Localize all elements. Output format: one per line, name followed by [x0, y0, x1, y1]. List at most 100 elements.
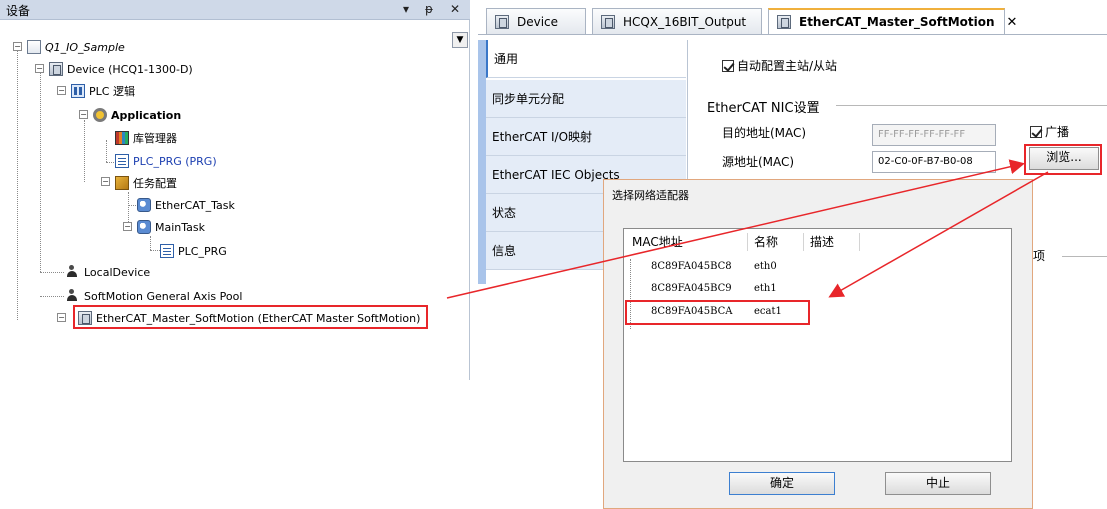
tree-item-label: LocalDevice: [84, 265, 151, 279]
tree-guide: [106, 140, 107, 162]
tree-guide: [40, 272, 64, 273]
tree-item-label: 任务配置: [133, 177, 177, 190]
expand-toggle[interactable]: −: [123, 222, 132, 231]
document-tab-strip: Device HCQX_16BIT_Output EtherCAT_Master…: [478, 8, 1107, 34]
auto-config-label: 自动配置主站/从站: [737, 59, 838, 73]
side-tab-sync-unit[interactable]: 同步单元分配: [486, 80, 686, 118]
expand-toggle[interactable]: −: [35, 64, 44, 73]
axis-pool-icon: [66, 289, 80, 303]
program-icon: [115, 154, 129, 168]
tree-item-main-task-prg[interactable]: PLC_PRG: [160, 241, 227, 261]
cancel-button[interactable]: 中止: [885, 472, 991, 495]
src-address-label: 源地址(MAC): [722, 155, 795, 169]
tree-guide: [150, 236, 151, 250]
tab-label: EtherCAT_Master_SoftMotion: [799, 15, 995, 29]
tree-item-main-task[interactable]: MainTask: [137, 217, 205, 237]
close-pane-icon[interactable]: ✕: [450, 2, 460, 16]
tab-ethercat-master[interactable]: EtherCAT_Master_SoftMotion ✕: [768, 8, 1017, 34]
library-icon: [115, 131, 129, 145]
dest-address-field[interactable]: FF-FF-FF-FF-FF-FF: [872, 124, 996, 146]
tree-item-task-config[interactable]: 任务配置: [115, 173, 177, 193]
local-device-icon: [66, 265, 80, 279]
task-icon: [137, 198, 151, 212]
dialog-title: 选择网络适配器: [612, 189, 689, 202]
tree-item-application[interactable]: Application: [93, 105, 181, 125]
group-divider: [1062, 256, 1107, 257]
list-item[interactable]: 8C89FA045BC9 eth1: [624, 279, 1004, 301]
adapter-list[interactable]: MAC地址 名称 描述 8C89FA045BC8 eth0 8C89FA045B…: [623, 228, 1012, 462]
tree-item-ethercat-task[interactable]: EtherCAT_Task: [137, 195, 235, 215]
expand-toggle[interactable]: −: [101, 177, 110, 186]
device-pane-title: 设备: [6, 4, 31, 18]
tree-guide: [40, 296, 64, 297]
tree-item-label: Device (HCQ1-1300-D): [67, 62, 193, 76]
tree-item-label: Q1_IO_Sample: [45, 40, 125, 54]
column-header-mac[interactable]: MAC地址: [626, 233, 748, 251]
highlight-box-ethercat-master: [73, 305, 428, 329]
options-group-heading: 项: [1033, 249, 1046, 263]
tree-item-project[interactable]: Q1_IO_Sample: [27, 37, 125, 57]
tree-item-label: Application: [111, 108, 182, 122]
tree-guide: [128, 192, 129, 226]
checkbox-checked-icon: [722, 59, 734, 72]
highlight-box-browse: [1024, 144, 1102, 175]
tree-item-axis-pool[interactable]: SoftMotion General Axis Pool: [66, 286, 242, 306]
broadcast-label: 广播: [1045, 125, 1070, 139]
tree-guide: [150, 250, 160, 251]
ok-button[interactable]: 确定: [729, 472, 835, 495]
tree-item-device[interactable]: Device (HCQ1-1300-D): [49, 59, 193, 79]
nic-settings-heading: EtherCAT NIC设置: [707, 101, 820, 116]
dest-address-label: 目的地址(MAC): [722, 126, 807, 140]
expand-toggle[interactable]: −: [13, 42, 22, 51]
project-icon: [27, 40, 41, 54]
name-cell: eth0: [754, 261, 777, 272]
auto-config-checkbox[interactable]: 自动配置主站/从站: [722, 57, 837, 74]
program-call-icon: [160, 244, 174, 258]
broadcast-checkbox[interactable]: 广播: [1030, 123, 1069, 140]
expand-toggle[interactable]: −: [57, 86, 66, 95]
device-icon: [601, 14, 615, 29]
tree-item-label: PLC_PRG: [178, 244, 227, 258]
select-network-adapter-dialog: 选择网络适配器 MAC地址 名称 描述 8C89FA045BC8 eth0 8C…: [603, 179, 1033, 509]
tab-device[interactable]: Device: [486, 8, 586, 34]
tree-item-label: 库管理器: [133, 132, 177, 145]
tree-item-plc-logic[interactable]: PLC 逻辑: [71, 81, 135, 101]
tree-item-label: PLC 逻辑: [89, 85, 135, 98]
tree-guide: [40, 72, 41, 272]
close-tab-icon[interactable]: ✕: [1007, 15, 1018, 30]
list-item[interactable]: 8C89FA045BC8 eth0: [624, 257, 1004, 279]
task-config-icon: [115, 176, 129, 190]
device-icon: [49, 62, 63, 76]
group-divider: [836, 105, 1107, 106]
side-tab-general[interactable]: 通用: [486, 40, 686, 78]
checkbox-checked-icon: [1030, 125, 1042, 138]
tab-label: HCQX_16BIT_Output: [623, 14, 747, 29]
column-header-name[interactable]: 名称: [748, 233, 804, 251]
tab-label: Device: [517, 14, 559, 29]
tree-item-label: EtherCAT_Task: [155, 198, 235, 212]
tree-dropdown-button[interactable]: ▼: [452, 32, 468, 48]
plc-logic-icon: [71, 84, 85, 98]
tab-hcqx-output[interactable]: HCQX_16BIT_Output: [592, 8, 762, 34]
side-tab-io-mapping[interactable]: EtherCAT I/O映射: [486, 118, 686, 156]
task-icon: [137, 220, 151, 234]
tree-guide: [17, 50, 18, 320]
device-icon: [777, 15, 791, 29]
mac-cell: 8C89FA045BC9: [651, 283, 732, 294]
src-address-field[interactable]: 02-C0-0F-B7-B0-08: [872, 151, 996, 173]
tree-item-label: PLC_PRG (PRG): [133, 154, 217, 168]
tree-item-plc-prg[interactable]: PLC_PRG (PRG): [115, 151, 217, 171]
tree-item-label: SoftMotion General Axis Pool: [84, 289, 243, 303]
tree-item-library-manager[interactable]: 库管理器: [115, 128, 177, 148]
pane-menu-icon[interactable]: ▾: [403, 2, 409, 16]
highlight-box-ecat1: [625, 300, 810, 325]
column-header-desc[interactable]: 描述: [804, 233, 860, 251]
expand-toggle[interactable]: −: [57, 313, 66, 322]
tree-item-local-device[interactable]: LocalDevice: [66, 262, 150, 282]
device-pane-header: 设备 ▾ ᵽ ✕: [0, 0, 470, 20]
tree-item-label: MainTask: [155, 220, 205, 234]
expand-toggle[interactable]: −: [79, 110, 88, 119]
name-cell: eth1: [754, 283, 777, 294]
tree-guide: [84, 120, 85, 182]
pin-icon[interactable]: ᵽ: [425, 2, 433, 16]
